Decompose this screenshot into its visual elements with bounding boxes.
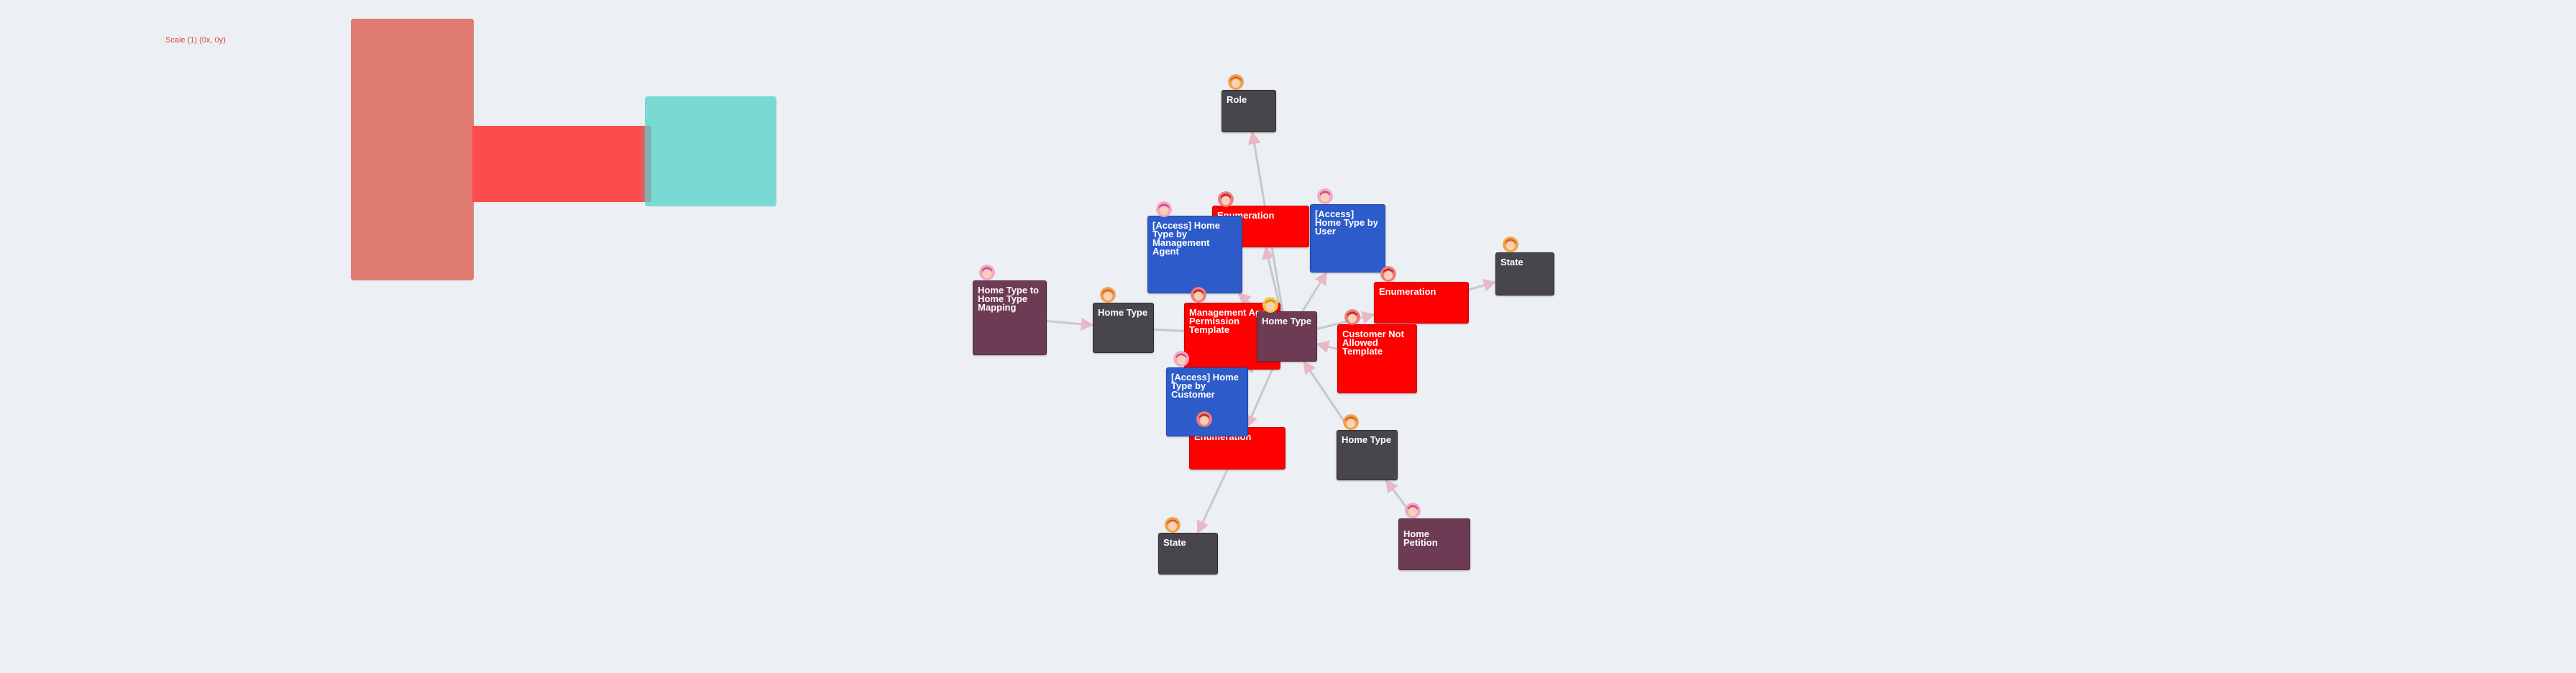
node-label: Home Petition [1403,528,1438,548]
node-enumeration-right[interactable]: Enumeration [1374,282,1469,324]
node-state-right[interactable]: State [1495,252,1554,296]
node-customer-not-allowed-template[interactable]: Customer Not Allowed Template [1337,324,1417,393]
pink-avatar-icon [1317,188,1333,204]
node-role[interactable]: Role [1221,90,1276,132]
red-avatar-icon [1196,411,1212,427]
node-label: Enumeration [1379,286,1436,297]
node-label: [Access] Home Type by Management Agent [1152,220,1220,257]
orange-avatar-icon [1343,414,1359,430]
edge-home_type_center-to-access_user[interactable] [1301,271,1328,312]
edge-enum_bottom-to-state_bottom[interactable] [1196,469,1229,534]
edge-mapping-to-home_type_left[interactable] [1046,317,1094,331]
node-label: Home Type [1342,434,1392,445]
node-home-type-bottom[interactable]: Home Type [1337,430,1398,480]
node-label: State [1500,257,1523,267]
node-access-management-agent[interactable]: [Access] Home Type by Management Agent [1147,216,1242,293]
node-label: Home Type to Home Type Mapping [978,285,1039,313]
pink-avatar-icon [1173,351,1189,367]
node-label: [Access] Home Type by Customer [1171,372,1239,400]
node-label: Home Type [1262,316,1312,326]
node-state-bottom[interactable]: State [1158,533,1218,574]
red-avatar-icon [1380,266,1396,282]
node-access-user[interactable]: [Access] Home Type by User [1310,204,1385,273]
edge-enum_right-to-state_right[interactable] [1468,279,1497,292]
node-label: Role [1227,94,1247,105]
node-home-type-left[interactable]: Home Type [1093,303,1154,353]
yellow-avatar-icon [1262,297,1278,313]
orange-avatar-icon [1100,287,1116,303]
node-home-petition[interactable]: Home Petition [1398,518,1470,570]
red-avatar-icon [1191,287,1206,303]
orange-avatar-icon [1228,74,1244,90]
node-home-type-mapping[interactable]: Home Type to Home Type Mapping [973,280,1047,355]
node-label: [Access] Home Type by User [1315,209,1378,237]
orange-avatar-icon [1503,237,1518,252]
red-avatar-icon [1344,309,1360,325]
pink-avatar-icon [1405,503,1421,518]
pink-avatar-icon [1156,201,1172,217]
orange-avatar-icon [1165,517,1181,533]
node-label: Customer Not Allowed Template [1342,329,1404,357]
node-label: Home Type [1098,307,1148,318]
edge-home_type_center-to-enum_bottom[interactable] [1245,361,1277,429]
pink-avatar-icon [979,265,995,280]
node-label: State [1163,537,1186,548]
node-home-type-center[interactable]: Home Type [1257,311,1317,362]
red-avatar-icon [1218,191,1234,207]
edge-cust_not_allowed-to-home_type_center[interactable] [1316,340,1338,353]
